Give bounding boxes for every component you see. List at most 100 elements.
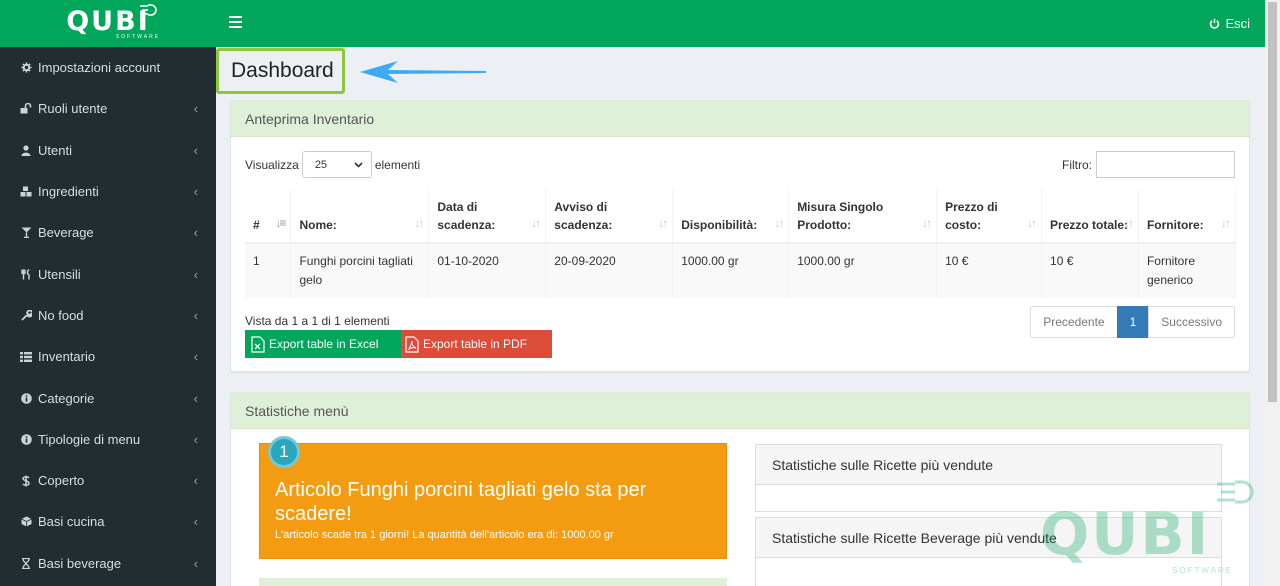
table-row[interactable]: 1 Funghi porcini tagliati gelo 01-10-2020 2… [245,243,1237,298]
brand-logo[interactable]: QUBI SOFTWARE [0,0,216,47]
column-header[interactable]: Prezzo totale: ↓↑ [1041,189,1139,244]
sidebar-item-beverage[interactable]: Beverage ‹ [0,212,216,253]
hourglass-icon [20,557,32,569]
annotation-arrow-icon [360,61,486,83]
sidebar-item-ruoli-utente[interactable]: Ruoli utente ‹ [0,88,216,129]
sidebar-item-no-food[interactable]: No food ‹ [0,295,216,336]
sidebar-item-basi-cucina[interactable]: Basi cucina ‹ [0,501,216,542]
cocktail-glass-icon [20,227,32,239]
table-cell: Fornitore generico [1138,243,1237,298]
sidebar-item-label: Ruoli utente [38,101,108,117]
column-header[interactable]: Avviso di scadenza: ↓↑ [545,189,674,244]
sidebar-item-inventario[interactable]: Inventario ‹ [0,336,216,377]
user-icon [20,144,32,156]
sidebar-item-ingredienti[interactable]: Ingredienti ‹ [0,171,216,212]
sort-icon: ↓↑ [1027,216,1037,230]
list-icon [20,351,32,363]
sort-icon: ↓↑ [1221,216,1231,230]
chevron-left-icon: ‹ [193,431,198,447]
pagination-prev-button[interactable]: Precedente [1030,306,1118,338]
logout-button[interactable]: Esci [1209,16,1250,31]
sidebar-item-label: Coperto [38,473,85,489]
filter-input[interactable] [1096,151,1235,178]
column-header-label: Disponibilità: [681,218,758,232]
logout-label: Esci [1225,16,1250,31]
entries-label: elementi [374,157,421,172]
column-header[interactable]: Prezzo di costo: ↓↑ [936,189,1043,244]
chevron-left-icon: ‹ [193,307,198,323]
sort-icon: ↓↑ [922,216,932,230]
column-header-label: Prezzo di costo: [945,200,998,232]
info-circle-icon [20,392,32,404]
stats-title: Statistiche menù [231,393,1249,429]
sidebar-item-label: No food [38,307,84,323]
sidebar-item-basi-beverage[interactable]: Basi beverage ‹ [0,543,216,584]
table-cell: 01-10-2020 [428,243,547,298]
watermark-mark-icon [1217,480,1254,504]
inventory-title: Anteprima Inventario [231,101,1249,137]
pagination-next-button[interactable]: Successivo [1148,306,1235,338]
column-header[interactable]: Misura Singolo Prodotto: ↓↑ [788,189,938,244]
gear-icon [20,62,32,74]
column-header-label: # [253,218,260,232]
dollar-icon [20,475,32,487]
sidebar-item-impostazioni-account[interactable]: Impostazioni account [0,47,216,88]
sort-icon: ↓↑ [414,216,424,230]
sidebar-menu: Impostazioni account Ruoli utente ‹ Utenti ‹… [0,47,216,584]
watermark-sub: SOFTWARE [1172,566,1234,575]
table-cell: Funghi porcini tagliati gelo [290,243,430,298]
sidebar-item-label: Utensili [38,266,81,282]
sidebar-item-tipologie-di-menu[interactable]: Tipologie di menu ‹ [0,419,216,460]
sidebar-item-label: Categorie [38,390,95,406]
inventory-box: Anteprima Inventario Visualizza 25 eleme… [230,100,1250,372]
utensils-icon [20,268,32,280]
page-length-value: 25 [314,158,328,171]
page-length-select[interactable]: 25 [301,151,372,178]
table-cell: 1000.00 gr [788,243,938,298]
column-header[interactable]: Nome: ↓↑ [290,189,430,244]
pdf-file-icon [405,335,419,353]
cube-icon [20,516,32,528]
alert-text: L'articolo scade tra 1 giorni! La quanti… [275,529,614,541]
sidebar-item-utensili[interactable]: Utensili ‹ [0,253,216,294]
sort-ascending-icon: ↓≡ [275,216,286,230]
page-length-control: Visualizza 25 elementi [245,151,420,178]
chevron-left-icon: ‹ [193,390,198,406]
sidebar-item-utenti[interactable]: Utenti ‹ [0,130,216,171]
show-label: Visualizza [245,157,299,172]
column-header[interactable]: Disponibilità: ↓↑ [672,189,790,244]
column-header-label: Avviso di scadenza: [554,200,613,232]
info-circle-icon [20,433,32,445]
export-excel-button[interactable]: Export table in Excel [245,330,402,358]
sort-icon: ↓↑ [1123,216,1134,230]
filter-control: Filtro: [1062,151,1235,178]
topbar: Esci [216,0,1265,47]
table-header-row: # ↓≡ Nome: ↓↑ Data di scadenza: ↓↑ Avviso di s… [245,189,1237,244]
sort-icon: ↓↑ [531,216,541,230]
alert-count-badge: 1 [268,436,300,468]
scrollbar-thumb[interactable] [1268,2,1277,402]
pagination-page-1[interactable]: 1 [1116,306,1150,338]
sidebar: QUBI SOFTWARE Impostazioni account Ruoli … [0,0,216,586]
column-header[interactable]: Fornitore: ↓↑ [1138,189,1237,244]
page-title: Dashboard [231,59,334,82]
inventory-table: # ↓≡ Nome: ↓↑ Data di scadenza: ↓↑ Avviso di s… [245,189,1237,298]
unlock-icon [20,103,32,115]
chevron-left-icon: ‹ [193,514,198,530]
export-excel-label: Export table in Excel [269,337,379,351]
chevron-left-icon: ‹ [193,225,198,241]
next-alert-strip [259,578,727,586]
sidebar-item-categorie[interactable]: Categorie ‹ [0,377,216,418]
sidebar-item-label: Beverage [38,225,94,241]
sidebar-item-coperto[interactable]: Coperto ‹ [0,460,216,501]
watermark-name: QUBI [1040,500,1211,568]
chevron-left-icon: ‹ [193,555,198,571]
column-header[interactable]: Data di scadenza: ↓↑ [428,189,547,244]
menu-toggle-icon[interactable] [229,16,242,28]
column-header[interactable]: # ↓≡ [245,189,292,244]
brand-sub: SOFTWARE [115,34,161,40]
export-pdf-button[interactable]: Export table in PDF [401,330,552,358]
sort-icon: ↓↑ [774,216,784,230]
logo-mark-icon [140,4,157,16]
wrench-icon [20,309,32,321]
